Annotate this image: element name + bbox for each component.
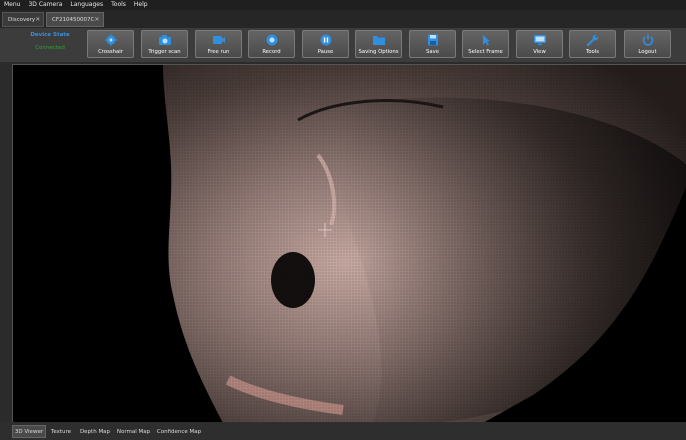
pause-icon bbox=[320, 34, 331, 46]
tab-label: Discovery bbox=[8, 16, 36, 23]
button-label: Free run bbox=[207, 49, 230, 55]
record-button[interactable]: Record bbox=[248, 30, 295, 58]
toolbar: Device State Connected Crosshair Trigger… bbox=[0, 28, 686, 62]
power-icon bbox=[642, 34, 653, 46]
tab-confidence-map[interactable]: Confidence Map bbox=[155, 425, 203, 438]
button-label: Tools bbox=[585, 49, 600, 55]
camera-icon bbox=[158, 35, 171, 45]
tab-depth-map[interactable]: Depth Map bbox=[78, 425, 112, 438]
close-icon[interactable]: ✕ bbox=[94, 16, 99, 23]
menu-bar: Menu 3D Camera Languages Tools Help bbox=[0, 0, 686, 10]
menu-item-menu[interactable]: Menu bbox=[0, 0, 24, 10]
wrench-icon bbox=[586, 34, 598, 46]
view-button[interactable]: View bbox=[516, 30, 563, 58]
device-state: Device State Connected bbox=[16, 32, 84, 51]
button-label: Crosshair bbox=[98, 49, 123, 55]
menu-item-tools[interactable]: Tools bbox=[107, 0, 130, 10]
tab-discovery[interactable]: Discovery ✕ bbox=[2, 12, 44, 27]
tab-normal-map[interactable]: Normal Map bbox=[115, 425, 152, 438]
menu-item-languages[interactable]: Languages bbox=[66, 0, 107, 10]
cursor-icon bbox=[482, 35, 490, 46]
crosshair-button[interactable]: Crosshair bbox=[87, 30, 134, 58]
crosshair-icon bbox=[104, 34, 117, 46]
record-icon bbox=[266, 34, 277, 46]
device-state-value: Connected bbox=[35, 45, 65, 51]
free-run-button[interactable]: Free run bbox=[195, 30, 242, 58]
trigger-scan-button[interactable]: Trigger scan bbox=[141, 30, 188, 58]
tools-button[interactable]: Tools bbox=[569, 30, 616, 58]
logout-button[interactable]: Logout bbox=[624, 30, 671, 58]
save-button[interactable]: Save bbox=[409, 30, 456, 58]
button-label: Record bbox=[262, 49, 281, 55]
button-label: Select Frame bbox=[468, 49, 503, 55]
pause-button[interactable]: Pause bbox=[302, 30, 349, 58]
tab-3d-viewer[interactable]: 3D Viewer bbox=[12, 425, 46, 438]
button-label: Pause bbox=[317, 49, 334, 55]
video-camera-icon bbox=[212, 36, 225, 44]
tab-label: CF210450007C bbox=[52, 16, 95, 23]
button-label: Logout bbox=[638, 49, 657, 55]
tab-bar: Discovery ✕ CF210450007C ✕ bbox=[0, 10, 686, 29]
view-tab-bar: 3D Viewer Texture Depth Map Normal Map C… bbox=[0, 422, 686, 440]
3d-viewer-canvas[interactable] bbox=[12, 64, 686, 423]
folder-icon bbox=[372, 36, 385, 45]
menu-item-3d-camera[interactable]: 3D Camera bbox=[24, 0, 66, 10]
tab-device[interactable]: CF210450007C ✕ bbox=[46, 12, 104, 27]
select-frame-button[interactable]: Select Frame bbox=[462, 30, 509, 58]
close-icon[interactable]: ✕ bbox=[35, 16, 40, 23]
button-label: Trigger scan bbox=[148, 49, 181, 55]
device-state-label: Device State bbox=[30, 32, 70, 38]
monitor-icon bbox=[533, 35, 546, 45]
button-label: View bbox=[533, 49, 546, 55]
point-cloud-render bbox=[13, 65, 686, 423]
button-label: Save bbox=[425, 49, 439, 55]
menu-item-help[interactable]: Help bbox=[130, 0, 152, 10]
saving-options-button[interactable]: Saving Options bbox=[355, 30, 402, 58]
floppy-disk-icon bbox=[427, 34, 438, 46]
tab-texture[interactable]: Texture bbox=[48, 425, 74, 438]
button-label: Saving Options bbox=[358, 49, 399, 55]
